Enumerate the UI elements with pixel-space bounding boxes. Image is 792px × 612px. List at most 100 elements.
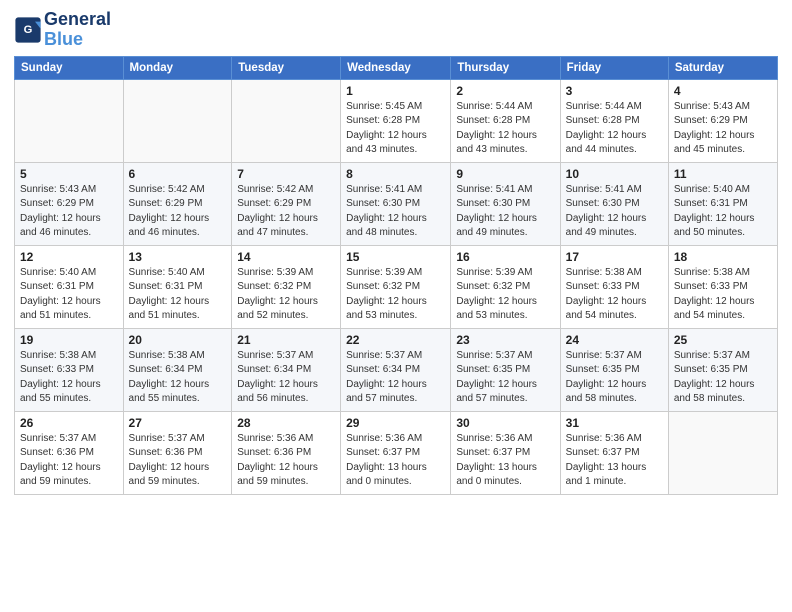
weekday-header-row: SundayMondayTuesdayWednesdayThursdayFrid… <box>15 56 778 79</box>
day-number: 13 <box>129 250 227 264</box>
weekday-header-tuesday: Tuesday <box>232 56 341 79</box>
day-info: Sunrise: 5:36 AM Sunset: 6:37 PM Dayligh… <box>566 432 663 490</box>
svg-text:G: G <box>24 24 33 36</box>
calendar-cell: 11 Sunrise: 5:40 AM Sunset: 6:31 PM Dayli… <box>668 162 777 245</box>
day-info: Sunrise: 5:37 AM Sunset: 6:34 PM Dayligh… <box>237 349 335 407</box>
day-info: Sunrise: 5:39 AM Sunset: 6:32 PM Dayligh… <box>456 266 554 324</box>
day-number: 11 <box>674 167 772 181</box>
day-info: Sunrise: 5:44 AM Sunset: 6:28 PM Dayligh… <box>566 100 663 158</box>
logo-icon: G <box>14 16 42 44</box>
day-number: 22 <box>346 333 445 347</box>
day-number: 8 <box>346 167 445 181</box>
calendar-cell: 20 Sunrise: 5:38 AM Sunset: 6:34 PM Dayli… <box>123 328 232 411</box>
calendar-cell: 17Sunrise: 5:38 AM Sunset: 6:33 PM Dayli… <box>560 245 668 328</box>
day-info: Sunrise: 5:44 AM Sunset: 6:28 PM Dayligh… <box>456 100 554 158</box>
day-info: Sunrise: 5:37 AM Sunset: 6:36 PM Dayligh… <box>20 432 118 490</box>
calendar-cell: 22 Sunrise: 5:37 AM Sunset: 6:34 PM Dayli… <box>341 328 451 411</box>
calendar-page: G General Blue SundayMondayTuesdayWednes… <box>0 0 792 612</box>
calendar-cell: 16 Sunrise: 5:39 AM Sunset: 6:32 PM Dayli… <box>451 245 560 328</box>
weekday-header-monday: Monday <box>123 56 232 79</box>
calendar-cell: 23Sunrise: 5:37 AM Sunset: 6:35 PM Dayli… <box>451 328 560 411</box>
day-number: 21 <box>237 333 335 347</box>
day-number: 10 <box>566 167 663 181</box>
calendar-cell: 7 Sunrise: 5:42 AM Sunset: 6:29 PM Daylig… <box>232 162 341 245</box>
logo-text: General Blue <box>44 10 111 50</box>
day-number: 1 <box>346 84 445 98</box>
calendar-cell: 24 Sunrise: 5:37 AM Sunset: 6:35 PM Dayli… <box>560 328 668 411</box>
calendar-cell: 29 Sunrise: 5:36 AM Sunset: 6:37 PM Dayli… <box>341 411 451 494</box>
day-info: Sunrise: 5:37 AM Sunset: 6:34 PM Dayligh… <box>346 349 445 407</box>
day-number: 4 <box>674 84 772 98</box>
calendar-week-row: 26 Sunrise: 5:37 AM Sunset: 6:36 PM Dayli… <box>15 411 778 494</box>
calendar-cell: 27 Sunrise: 5:37 AM Sunset: 6:36 PM Dayli… <box>123 411 232 494</box>
day-number: 29 <box>346 416 445 430</box>
day-info: Sunrise: 5:40 AM Sunset: 6:31 PM Dayligh… <box>674 183 772 241</box>
day-info: Sunrise: 5:38 AM Sunset: 6:34 PM Dayligh… <box>129 349 227 407</box>
page-header: G General Blue <box>14 10 778 50</box>
day-number: 14 <box>237 250 335 264</box>
day-info: Sunrise: 5:43 AM Sunset: 6:29 PM Dayligh… <box>20 183 118 241</box>
calendar-cell: 14 Sunrise: 5:39 AM Sunset: 6:32 PM Dayli… <box>232 245 341 328</box>
day-number: 6 <box>129 167 227 181</box>
calendar-cell <box>123 79 232 162</box>
calendar-cell <box>232 79 341 162</box>
day-number: 27 <box>129 416 227 430</box>
calendar-table: SundayMondayTuesdayWednesdayThursdayFrid… <box>14 56 778 495</box>
logo: G General Blue <box>14 10 111 50</box>
day-info: Sunrise: 5:37 AM Sunset: 6:35 PM Dayligh… <box>566 349 663 407</box>
day-number: 28 <box>237 416 335 430</box>
day-info: Sunrise: 5:41 AM Sunset: 6:30 PM Dayligh… <box>456 183 554 241</box>
day-info: Sunrise: 5:37 AM Sunset: 6:36 PM Dayligh… <box>129 432 227 490</box>
calendar-week-row: 5 Sunrise: 5:43 AM Sunset: 6:29 PM Daylig… <box>15 162 778 245</box>
calendar-cell: 3 Sunrise: 5:44 AM Sunset: 6:28 PM Daylig… <box>560 79 668 162</box>
calendar-cell <box>668 411 777 494</box>
day-number: 7 <box>237 167 335 181</box>
calendar-cell: 4 Sunrise: 5:43 AM Sunset: 6:29 PM Daylig… <box>668 79 777 162</box>
calendar-week-row: 1 Sunrise: 5:45 AM Sunset: 6:28 PM Daylig… <box>15 79 778 162</box>
calendar-week-row: 12 Sunrise: 5:40 AM Sunset: 6:31 PM Dayli… <box>15 245 778 328</box>
day-number: 20 <box>129 333 227 347</box>
weekday-header-wednesday: Wednesday <box>341 56 451 79</box>
day-info: Sunrise: 5:42 AM Sunset: 6:29 PM Dayligh… <box>129 183 227 241</box>
calendar-cell: 9 Sunrise: 5:41 AM Sunset: 6:30 PM Daylig… <box>451 162 560 245</box>
day-number: 30 <box>456 416 554 430</box>
day-info: Sunrise: 5:36 AM Sunset: 6:37 PM Dayligh… <box>346 432 445 490</box>
weekday-header-saturday: Saturday <box>668 56 777 79</box>
calendar-cell: 18Sunrise: 5:38 AM Sunset: 6:33 PM Dayli… <box>668 245 777 328</box>
weekday-header-sunday: Sunday <box>15 56 124 79</box>
calendar-cell: 31Sunrise: 5:36 AM Sunset: 6:37 PM Dayli… <box>560 411 668 494</box>
day-info: Sunrise: 5:39 AM Sunset: 6:32 PM Dayligh… <box>237 266 335 324</box>
calendar-cell: 30Sunrise: 5:36 AM Sunset: 6:37 PM Dayli… <box>451 411 560 494</box>
day-info: Sunrise: 5:41 AM Sunset: 6:30 PM Dayligh… <box>346 183 445 241</box>
calendar-cell: 19 Sunrise: 5:38 AM Sunset: 6:33 PM Dayli… <box>15 328 124 411</box>
day-info: Sunrise: 5:40 AM Sunset: 6:31 PM Dayligh… <box>129 266 227 324</box>
day-info: Sunrise: 5:39 AM Sunset: 6:32 PM Dayligh… <box>346 266 445 324</box>
day-number: 12 <box>20 250 118 264</box>
day-number: 18 <box>674 250 772 264</box>
calendar-cell: 5 Sunrise: 5:43 AM Sunset: 6:29 PM Daylig… <box>15 162 124 245</box>
day-info: Sunrise: 5:41 AM Sunset: 6:30 PM Dayligh… <box>566 183 663 241</box>
day-info: Sunrise: 5:38 AM Sunset: 6:33 PM Dayligh… <box>20 349 118 407</box>
day-info: Sunrise: 5:43 AM Sunset: 6:29 PM Dayligh… <box>674 100 772 158</box>
day-info: Sunrise: 5:37 AM Sunset: 6:35 PM Dayligh… <box>456 349 554 407</box>
weekday-header-thursday: Thursday <box>451 56 560 79</box>
calendar-cell: 21 Sunrise: 5:37 AM Sunset: 6:34 PM Dayli… <box>232 328 341 411</box>
day-number: 15 <box>346 250 445 264</box>
calendar-week-row: 19 Sunrise: 5:38 AM Sunset: 6:33 PM Dayli… <box>15 328 778 411</box>
day-info: Sunrise: 5:45 AM Sunset: 6:28 PM Dayligh… <box>346 100 445 158</box>
calendar-cell: 2Sunrise: 5:44 AM Sunset: 6:28 PM Daylig… <box>451 79 560 162</box>
day-number: 16 <box>456 250 554 264</box>
day-number: 26 <box>20 416 118 430</box>
day-number: 24 <box>566 333 663 347</box>
day-info: Sunrise: 5:42 AM Sunset: 6:29 PM Dayligh… <box>237 183 335 241</box>
day-number: 19 <box>20 333 118 347</box>
day-info: Sunrise: 5:36 AM Sunset: 6:36 PM Dayligh… <box>237 432 335 490</box>
day-number: 5 <box>20 167 118 181</box>
calendar-cell: 13 Sunrise: 5:40 AM Sunset: 6:31 PM Dayli… <box>123 245 232 328</box>
calendar-cell: 15 Sunrise: 5:39 AM Sunset: 6:32 PM Dayli… <box>341 245 451 328</box>
day-number: 9 <box>456 167 554 181</box>
calendar-cell <box>15 79 124 162</box>
calendar-cell: 6 Sunrise: 5:42 AM Sunset: 6:29 PM Daylig… <box>123 162 232 245</box>
day-number: 25 <box>674 333 772 347</box>
day-number: 3 <box>566 84 663 98</box>
